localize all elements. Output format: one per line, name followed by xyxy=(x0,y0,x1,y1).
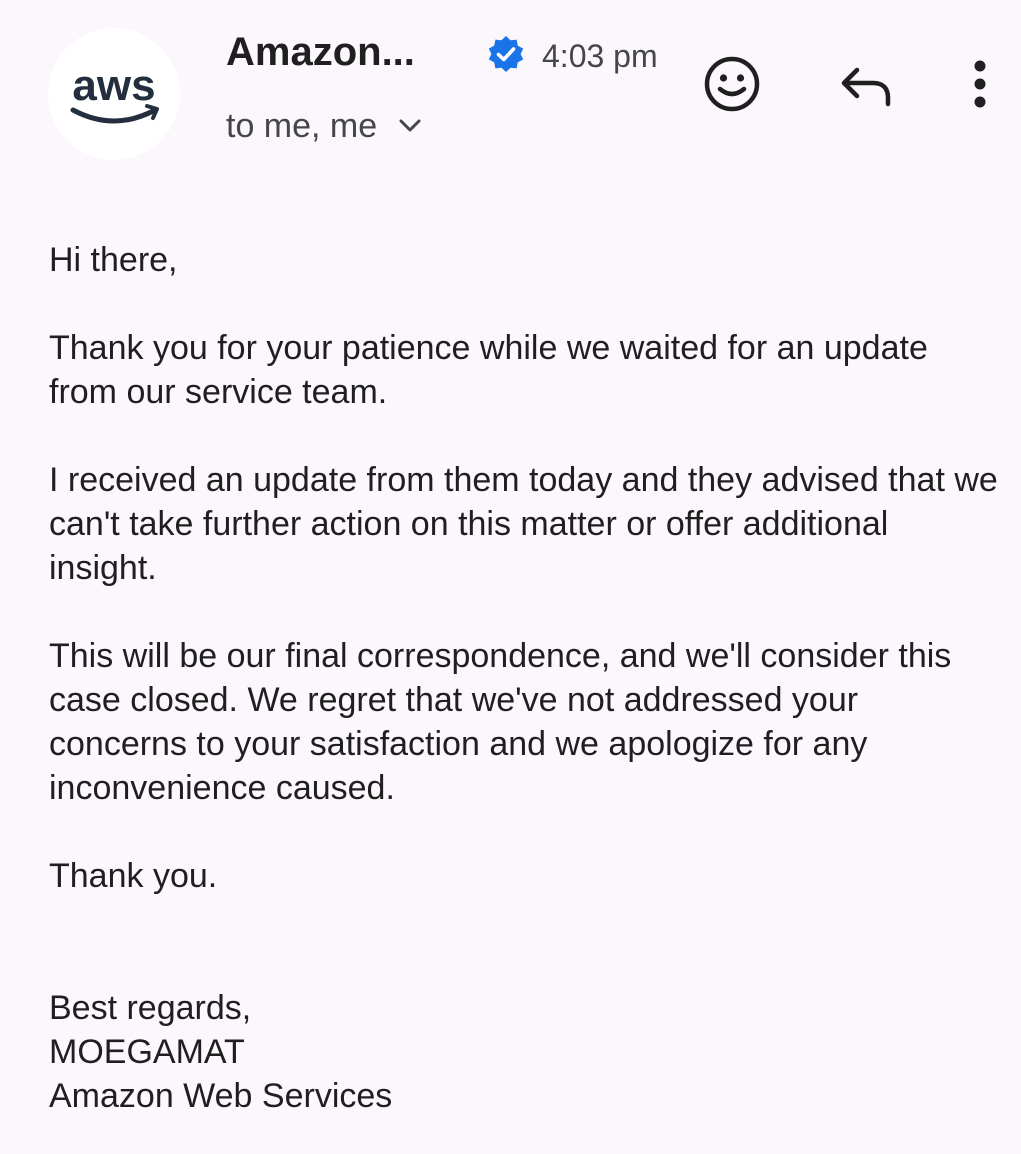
signature-company: Amazon Web Services xyxy=(49,1077,393,1115)
closing-line: Thank you. xyxy=(49,857,218,895)
recipients-text: to me, me xyxy=(226,107,378,145)
body-paragraph: This will be our final correspondence, a… xyxy=(49,637,952,807)
reply-button[interactable] xyxy=(834,54,898,118)
signature-regards: Best regards, xyxy=(49,989,252,1027)
sender-avatar[interactable]: aws xyxy=(48,28,180,160)
signature-name: MOEGAMAT xyxy=(49,1033,245,1071)
sender-name[interactable]: Amazon... xyxy=(226,28,415,76)
more-vertical-icon xyxy=(974,60,986,108)
add-reaction-button[interactable] xyxy=(700,52,764,116)
body-paragraph: I received an update from them today and… xyxy=(49,461,998,587)
greeting: Hi there, xyxy=(49,241,178,279)
received-time: 4:03 pm xyxy=(542,38,658,74)
email-body: Hi there, Thank you for your patience wh… xyxy=(49,238,999,1118)
aws-logo-icon: aws xyxy=(70,61,159,124)
recipients-toggle[interactable]: to me, me xyxy=(226,104,425,148)
aws-logo-text: aws xyxy=(72,61,155,110)
smiley-icon xyxy=(704,56,760,112)
reply-icon xyxy=(841,67,891,107)
email-header: aws Amazon... 4:03 pm to me, me xyxy=(0,0,1021,190)
signature: Best regards, MOEGAMAT Amazon Web Servic… xyxy=(49,986,999,1118)
more-options-button[interactable] xyxy=(950,52,1010,116)
body-paragraph: Thank you for your patience while we wai… xyxy=(49,329,928,411)
verified-badge-icon xyxy=(488,36,524,72)
chevron-down-icon xyxy=(399,119,421,132)
